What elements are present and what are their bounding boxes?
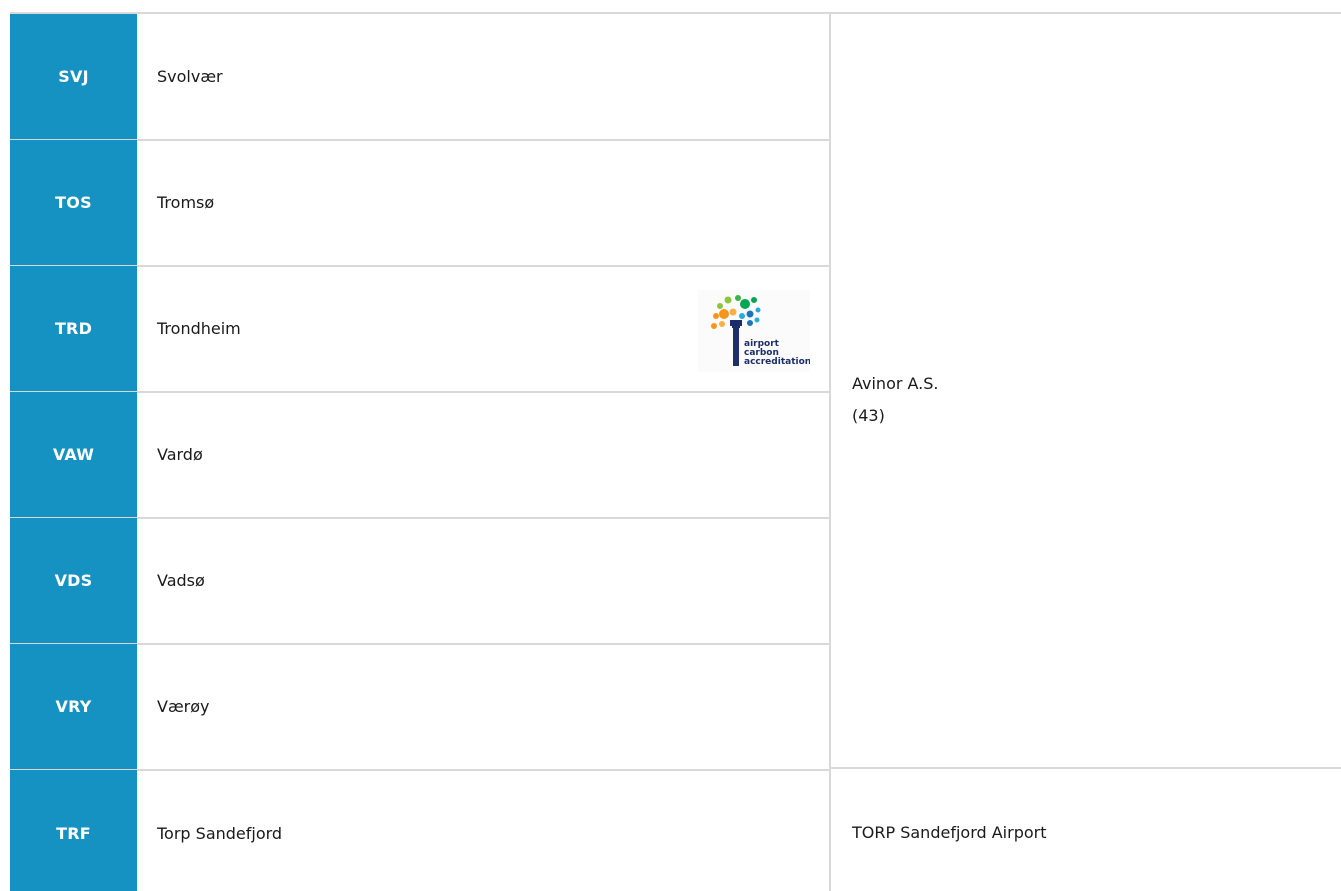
airport-city: Værøy (137, 644, 830, 769)
table-row: SVJ Svolvær (10, 14, 830, 141)
airport-code: SVJ (10, 14, 137, 139)
airport-city: Tromsø (137, 140, 830, 265)
airport-code: VDS (10, 518, 137, 643)
city-name: Torp Sandefjord (157, 824, 283, 843)
airport-city: Vardø (137, 392, 830, 517)
city-name: Vardø (157, 445, 203, 464)
airport-city: Svolvær (137, 14, 830, 139)
operator-column-divider (829, 12, 831, 891)
operator-name: Avinor A.S. (852, 374, 939, 393)
table-row: VDS Vadsø (10, 518, 830, 645)
operator-row-divider (829, 767, 1341, 769)
table-row: TOS Tromsø (10, 140, 830, 267)
city-name: Tromsø (157, 193, 215, 212)
airport-table: SVJ Svolvær TOS Tromsø TRD Trondheim air… (0, 0, 1341, 891)
airport-code: VAW (10, 392, 137, 517)
city-name: Svolvær (157, 67, 223, 86)
airport-code: TOS (10, 140, 137, 265)
table-row: TRF Torp Sandefjord (10, 770, 830, 891)
airport-city: Torp Sandefjord (137, 770, 830, 891)
operator-cell-torp: TORP Sandefjord Airport (852, 817, 1047, 849)
table-row: VRY Værøy (10, 644, 830, 771)
city-name: Værøy (157, 697, 210, 716)
city-name: Vadsø (157, 571, 205, 590)
airport-code: TRD (10, 266, 137, 391)
table-row: VAW Vardø (10, 392, 830, 519)
badge-line-3: accreditation (744, 357, 810, 367)
airport-code: VRY (10, 644, 137, 769)
airport-city: Trondheim airport carbon accreditation (137, 266, 830, 391)
operator-name: TORP Sandefjord Airport (852, 823, 1047, 842)
operator-count: (43) (852, 406, 885, 425)
table-row: TRD Trondheim airport carbon accreditati… (10, 266, 830, 393)
operator-cell-avinor: Avinor A.S. (43) (852, 368, 939, 432)
airport-carbon-accreditation-badge: airport carbon accreditation (698, 290, 811, 372)
airport-carbon-accreditation-icon: airport carbon accreditation (711, 295, 811, 367)
airport-code: TRF (10, 770, 137, 891)
airport-city: Vadsø (137, 518, 830, 643)
city-name: Trondheim (157, 319, 241, 338)
